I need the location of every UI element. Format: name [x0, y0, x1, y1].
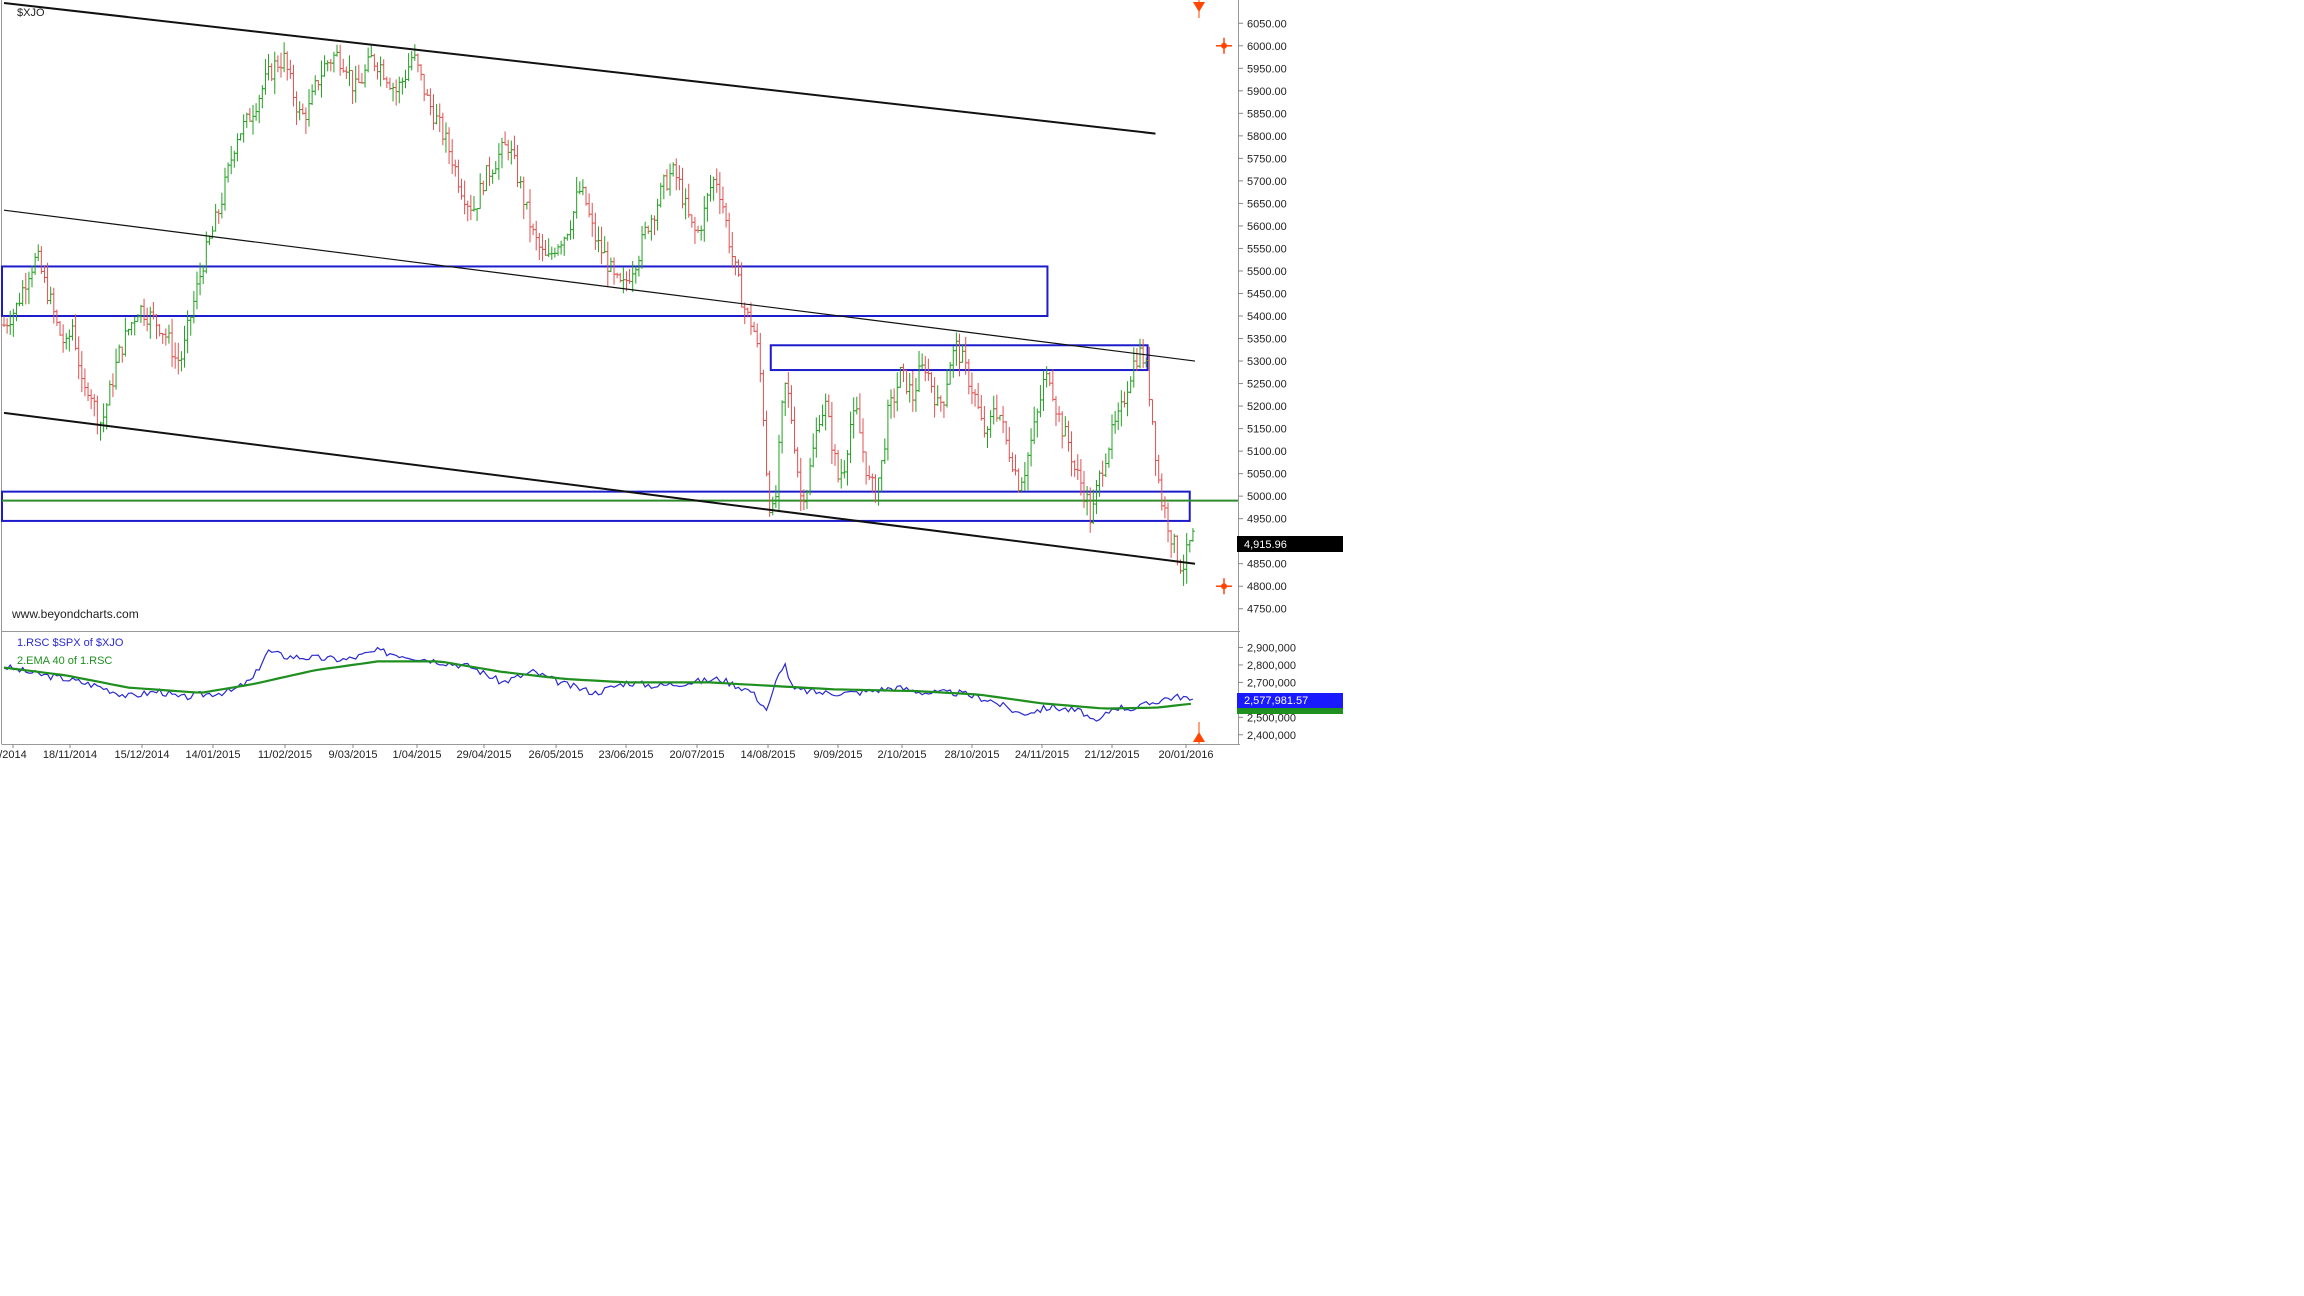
rs-lines — [3, 646, 1194, 722]
price-tick-label: 5850.00 — [1247, 108, 1287, 120]
lower-channel — [3, 411, 1196, 565]
legend-rsc: 1.RSC $SPX of $XJO — [17, 637, 124, 649]
marker-high — [1221, 42, 1227, 49]
date-tick-label: 21/12/2015 — [1084, 749, 1139, 761]
channel-lines — [3, 1, 1196, 565]
price-tick-label: 5700.00 — [1247, 176, 1287, 188]
price-tick-label: 4800.00 — [1247, 581, 1287, 593]
zone-4980 — [1, 490, 1191, 522]
price-tick-label: 6050.00 — [1247, 18, 1287, 30]
last-rs-label: 2,577,981.57 — [1244, 695, 1308, 707]
rsc-line — [3, 646, 1194, 722]
date-tick-label: 18/11/2014 — [43, 749, 97, 761]
date-tick-label: 11/02/2015 — [258, 749, 312, 761]
price-tick-label: 5800.00 — [1247, 131, 1287, 143]
price-tick-label: 5650.00 — [1247, 198, 1287, 210]
legend-ema: 2.EMA 40 of 1.RSC — [17, 655, 112, 667]
date-tick-label: 2/10/2015 — [878, 749, 927, 761]
price-tick-label: 5300.00 — [1247, 356, 1287, 368]
rs-tick-label: 2,900,000 — [1247, 642, 1296, 654]
price-tick-label: 5500.00 — [1247, 266, 1287, 278]
price-tick-label: 5400.00 — [1247, 311, 1287, 323]
price-tick-label: 5050.00 — [1247, 469, 1287, 481]
last-rs-box: 2,577,981.57 — [1237, 693, 1343, 714]
date-tick-label: 14/01/2015 — [185, 749, 240, 761]
rs-tick-label: 2,500,000 — [1247, 712, 1296, 724]
date-tick-label: 9/03/2015 — [329, 749, 378, 761]
date-tick-label: 15/12/2014 — [114, 749, 169, 761]
date-tick-label: 1/04/2015 — [393, 749, 442, 761]
rs-tick-label: 2,400,000 — [1247, 730, 1296, 742]
price-tick-label: 5950.00 — [1247, 63, 1287, 75]
middle-channel — [3, 209, 1196, 362]
price-tick-label: 4850.00 — [1247, 559, 1287, 571]
price-tick-label: 5350.00 — [1247, 334, 1287, 346]
price-tick-label: 5600.00 — [1247, 221, 1287, 233]
rs-axis: 2,900,0002,800,0002,700,0002,600,0002,50… — [1238, 642, 1296, 742]
symbol-label: $XJO — [17, 7, 45, 19]
zone-5500 — [1, 265, 1049, 317]
price-tick-label: 4950.00 — [1247, 514, 1287, 526]
ema-line — [3, 660, 1192, 710]
price-tick-label: 5100.00 — [1247, 446, 1287, 458]
price-tick-label: 5150.00 — [1247, 424, 1287, 436]
rs-tick-label: 2,700,000 — [1247, 677, 1296, 689]
price-tick-label: 4750.00 — [1247, 604, 1287, 616]
date-axis: /2014 18/11/2014 15/12/2014 14/01/2015 11/02… — [0, 744, 1214, 761]
chart-frame — [1, 0, 1240, 745]
price-tick-label: 5900.00 — [1247, 86, 1287, 98]
marker-low — [1221, 583, 1227, 590]
price-tick-label: 5000.00 — [1247, 491, 1287, 503]
last-price-label: 4,915.96 — [1244, 539, 1287, 551]
price-tick-label: 5450.00 — [1247, 288, 1287, 300]
date-tick-label: 26/05/2015 — [528, 749, 583, 761]
date-tick-label: 9/09/2015 — [814, 749, 863, 761]
price-tick-label: 5750.00 — [1247, 153, 1287, 165]
rs-tick-label: 2,800,000 — [1247, 660, 1296, 672]
upper-channel — [3, 1, 1156, 135]
date-tick-label: 24/11/2015 — [1015, 749, 1069, 761]
price-tick-label: 5250.00 — [1247, 379, 1287, 391]
candles — [2, 42, 1195, 586]
date-tick-label: /2014 — [0, 749, 27, 761]
date-tick-label: 14/08/2015 — [740, 749, 795, 761]
markers — [1193, 0, 1232, 744]
date-tick-label: 20/07/2015 — [669, 749, 724, 761]
date-tick-label: 23/06/2015 — [598, 749, 653, 761]
price-tick-label: 6000.00 — [1247, 41, 1287, 53]
price-axis: 6050.00 6000.00 5950.00 5900.00 5850.00 5800.… — [1238, 18, 1287, 616]
date-tick-label: 28/10/2015 — [944, 749, 999, 761]
last-price-box: 4,915.96 — [1237, 536, 1343, 552]
chart-canvas: $XJO www.beyondcharts.com 1.RSC $SPX of … — [0, 0, 1343, 761]
date-tick-label: 29/04/2015 — [456, 749, 511, 761]
date-tick-label: 20/01/2016 — [1158, 749, 1213, 761]
price-tick-label: 5200.00 — [1247, 401, 1287, 413]
website-label: www.beyondcharts.com — [11, 607, 139, 621]
price-tick-label: 5550.00 — [1247, 243, 1287, 255]
